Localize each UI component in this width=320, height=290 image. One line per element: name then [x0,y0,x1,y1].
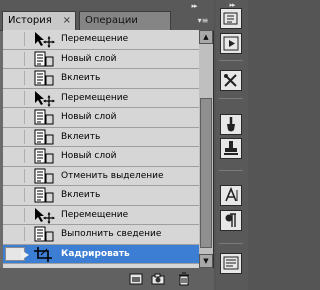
move-tool-icon [35,32,55,48]
stamp-icon [224,141,238,155]
history-state-icon [34,168,54,183]
history-brush-source-box[interactable] [5,168,25,183]
tool-presets-button[interactable] [220,70,242,91]
collapse-panel-button[interactable]: ▸▸ [186,2,202,10]
clone-source-button[interactable] [220,138,242,159]
history-item-label: Отменить выделение [61,170,164,181]
history-action-bar [0,268,214,290]
history-row[interactable]: Вклеить [3,69,199,89]
brushes-panel-button[interactable] [220,114,242,135]
brush-icon [227,117,235,132]
actions-panel-button[interactable] [220,33,242,54]
history-item-label: Новый слой [61,112,117,122]
history-brush-source-box[interactable] [5,71,25,85]
history-row[interactable]: Новый слой [3,108,199,128]
new-snapshot-icon[interactable] [150,272,166,286]
history-scrollbar[interactable]: ▲ ▼ [199,30,213,268]
history-brush-source-box[interactable] [5,227,25,241]
tab-actions[interactable]: Операции [79,11,171,30]
history-item-label: Перемещение [61,209,129,220]
history-row[interactable]: Вклеить [3,128,199,147]
history-row[interactable]: Выполнить сведение [3,225,199,245]
scroll-up-button[interactable]: ▲ [199,30,213,44]
notes-icon [223,256,239,270]
history-item-label: Перемещение [61,92,129,103]
toolbar-divider [219,60,243,61]
history-brush-source-box[interactable] [5,110,25,124]
tab-history[interactable]: История × [2,11,76,30]
character-icon [225,186,238,202]
history-row[interactable]: Перемещение [3,30,199,50]
tab-actions-label: Операции [85,15,138,26]
history-item-label: Вклеить [61,190,101,200]
history-list: Перемещение Новый слой Вклеить Перемещен… [3,30,199,268]
history-item-label: Вклеить [61,73,101,83]
play-icon [223,36,239,51]
delete-state-icon[interactable] [176,272,192,286]
new-document-from-state-icon[interactable] [128,272,144,286]
history-item-label: Перемещение [61,34,129,44]
tools-icon [224,74,237,87]
history-state-icon [34,109,54,125]
move-tool-icon [35,90,55,107]
history-row[interactable]: Новый слой [3,50,199,69]
history-state-icon [34,226,54,242]
notes-panel-button[interactable] [220,253,242,274]
history-row-selected[interactable]: Кадрировать [3,244,199,264]
history-state-icon [34,129,54,144]
history-panel-button[interactable] [220,8,242,29]
history-brush-source-box[interactable] [5,32,25,46]
toolbar-divider [219,98,243,99]
history-row[interactable]: Отменить выделение [3,167,199,186]
history-row[interactable]: Перемещение [3,206,199,225]
history-panel: ▸▸ История × Операции ▾≡ Перемещение Нов… [0,0,214,290]
history-brush-source-box[interactable] [5,90,25,105]
history-icon [223,12,238,25]
crop-tool-icon [34,246,52,262]
history-row[interactable]: Новый слой [3,147,199,167]
tab-history-label: История [8,15,52,26]
history-brush-source-box[interactable] [5,188,25,202]
history-brush-source-box[interactable] [5,149,25,163]
tab-close-icon[interactable]: × [63,12,71,30]
paragraph-icon [225,213,236,227]
history-item-label: Выполнить сведение [61,229,162,239]
history-brush-source-box[interactable] [5,51,25,66]
toolbar-divider [219,243,243,244]
paragraph-panel-button[interactable] [220,210,242,231]
scrollbar-thumb[interactable] [200,98,212,248]
history-item-label: Новый слой [61,53,117,64]
panel-menu-button[interactable]: ▾≡ [195,15,211,27]
history-state-icon [34,51,54,66]
history-item-label: Кадрировать [61,248,130,259]
history-item-label: Новый слой [61,151,117,161]
history-state-icon [34,187,54,203]
history-item-label: Вклеить [61,131,101,142]
move-tool-icon [35,207,55,224]
history-brush-source-box[interactable] [5,207,25,222]
history-brush-source-box[interactable] [5,129,25,144]
history-row[interactable]: Перемещение [3,89,199,108]
panel-tab-bar: ▸▸ История × Операции ▾≡ [0,0,214,31]
history-row[interactable]: Вклеить [3,186,199,206]
character-panel-button[interactable] [220,185,242,206]
scroll-down-button[interactable]: ▼ [199,254,213,268]
toolbar-divider [219,170,243,171]
right-toolbar: ▸▸ [216,0,248,290]
history-state-icon [34,148,54,164]
history-brush-source-icon [21,249,29,260]
history-state-icon [34,70,54,86]
